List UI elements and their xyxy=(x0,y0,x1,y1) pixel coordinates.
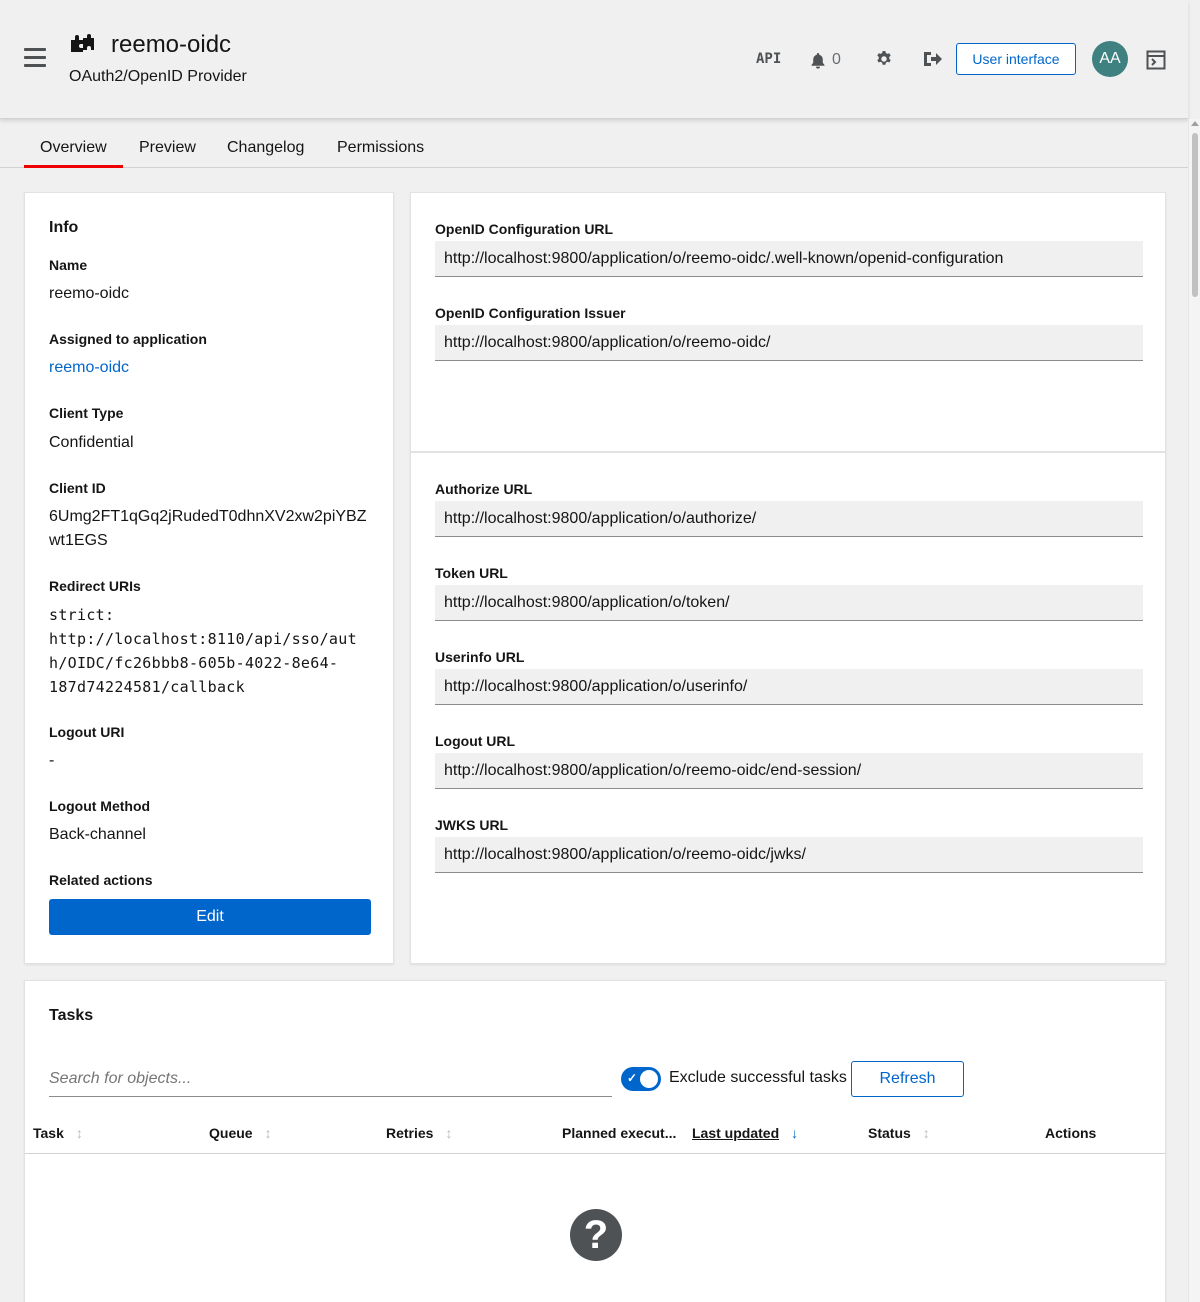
client-id-line-2: wt1EGS xyxy=(49,532,108,549)
exclude-successful-toggle[interactable]: ✓ xyxy=(621,1067,661,1091)
openid-config-url-field[interactable]: http://localhost:9800/application/o/reem… xyxy=(435,241,1143,277)
tab-permissions[interactable]: Permissions xyxy=(321,120,440,167)
info-title: Info xyxy=(49,219,79,236)
redirect-uri-line-1: strict: xyxy=(49,606,115,624)
page-title: reemo-oidc xyxy=(111,31,232,58)
jwks-url-label: JWKS URL xyxy=(435,817,509,833)
logout-icon[interactable] xyxy=(922,50,942,68)
name-value: reemo-oidc xyxy=(49,285,130,302)
logout-url-field[interactable]: http://localhost:9800/application/o/reem… xyxy=(435,753,1143,789)
puzzle-icon xyxy=(71,34,94,52)
tab-preview[interactable]: Preview xyxy=(123,120,212,167)
scrollbar-thumb[interactable] xyxy=(1192,133,1198,297)
tab-changelog[interactable]: Changelog xyxy=(211,120,320,167)
gear-icon[interactable] xyxy=(875,50,893,68)
page-scrollbar[interactable] xyxy=(1188,119,1200,1302)
tasks-title: Tasks xyxy=(49,1007,94,1024)
logout-uri-label: Logout URI xyxy=(49,724,125,740)
endpoints-card: Authorize URL http://localhost:9800/appl… xyxy=(410,452,1166,964)
page-header: reemo-oidc OAuth2/OpenID Provider API 0 … xyxy=(0,0,1188,119)
sort-down-icon: ↓ xyxy=(791,1125,799,1141)
column-header-task[interactable]: Task ↕ xyxy=(33,1125,83,1141)
notifications-button[interactable]: 0 xyxy=(810,50,850,70)
exclude-successful-label: Exclude successful tasks xyxy=(669,1069,847,1086)
logout-url-label: Logout URL xyxy=(435,733,516,749)
authorize-url-field[interactable]: http://localhost:9800/application/o/auth… xyxy=(435,501,1143,537)
client-type-value: Confidential xyxy=(49,434,134,451)
sort-icon: ↕ xyxy=(922,1125,930,1141)
page-subtitle: OAuth2/OpenID Provider xyxy=(69,68,247,85)
assigned-label: Assigned to application xyxy=(49,331,207,347)
console-icon[interactable] xyxy=(1146,50,1166,70)
column-header-last-updated[interactable]: Last updated ↓ xyxy=(692,1125,798,1141)
redirect-uri-line-4: 187d74224581/callback xyxy=(49,678,245,696)
column-header-actions: Actions xyxy=(1045,1125,1097,1141)
sort-icon: ↕ xyxy=(445,1125,453,1141)
edit-button[interactable]: Edit xyxy=(49,899,371,935)
openid-issuer-label: OpenID Configuration Issuer xyxy=(435,305,626,321)
tasks-card: Tasks ✓ Exclude successful tasks Refresh… xyxy=(24,980,1166,1302)
info-card: Info Name reemo-oidc Assigned to applica… xyxy=(24,192,394,964)
token-url-field[interactable]: http://localhost:9800/application/o/toke… xyxy=(435,585,1143,621)
question-circle-icon: ? xyxy=(570,1209,622,1261)
column-header-retries[interactable]: Retries ↕ xyxy=(386,1125,452,1141)
api-link[interactable]: API xyxy=(756,51,781,67)
token-url-label: Token URL xyxy=(435,565,508,581)
jwks-url-field[interactable]: http://localhost:9800/application/o/reem… xyxy=(435,837,1143,873)
openid-config-card: OpenID Configuration URL http://localhos… xyxy=(410,192,1166,452)
name-label: Name xyxy=(49,257,88,273)
scroll-up-icon[interactable] xyxy=(1191,121,1199,126)
hamburger-icon[interactable] xyxy=(24,48,46,68)
user-interface-button[interactable]: User interface xyxy=(956,43,1076,75)
column-header-status[interactable]: Status ↕ xyxy=(868,1125,930,1141)
redirect-uri-line-3: h/OIDC/fc26bbb8-605b-4022-8e64- xyxy=(49,654,339,672)
redirect-uris-label: Redirect URIs xyxy=(49,578,141,594)
refresh-button[interactable]: Refresh xyxy=(851,1061,964,1097)
tab-overview[interactable]: Overview xyxy=(24,120,123,168)
client-type-label: Client Type xyxy=(49,405,124,421)
notification-count: 0 xyxy=(832,51,841,68)
userinfo-url-field[interactable]: http://localhost:9800/application/o/user… xyxy=(435,669,1143,705)
check-icon: ✓ xyxy=(627,1071,638,1085)
openid-config-url-label: OpenID Configuration URL xyxy=(435,221,614,237)
tab-bar: Overview Preview Changelog Permissions xyxy=(0,120,1188,168)
client-id-label: Client ID xyxy=(49,480,106,496)
sort-icon: ↕ xyxy=(264,1125,272,1141)
authorize-url-label: Authorize URL xyxy=(435,481,533,497)
logout-method-label: Logout Method xyxy=(49,798,151,814)
related-actions-label: Related actions xyxy=(49,872,153,888)
openid-issuer-field[interactable]: http://localhost:9800/application/o/reem… xyxy=(435,325,1143,361)
logout-uri-value: - xyxy=(49,752,55,769)
assigned-application-link[interactable]: reemo-oidc xyxy=(49,356,129,380)
userinfo-url-label: Userinfo URL xyxy=(435,649,525,665)
redirect-uri-line-2: http://localhost:8110/api/sso/aut xyxy=(49,630,357,648)
client-id-line-1: 6Umg2FT1qGq2jRudedT0dhnXV2xw2piYBZ xyxy=(49,508,367,525)
search-input[interactable] xyxy=(49,1061,612,1096)
search-field xyxy=(49,1061,612,1097)
bell-icon xyxy=(811,52,825,69)
avatar[interactable]: AA xyxy=(1092,41,1128,77)
logout-method-value: Back-channel xyxy=(49,826,146,843)
column-header-queue[interactable]: Queue ↕ xyxy=(209,1125,272,1141)
column-header-planned-execution: Planned execut... xyxy=(562,1125,677,1141)
table-divider xyxy=(25,1153,1165,1154)
sort-icon: ↕ xyxy=(75,1125,83,1141)
